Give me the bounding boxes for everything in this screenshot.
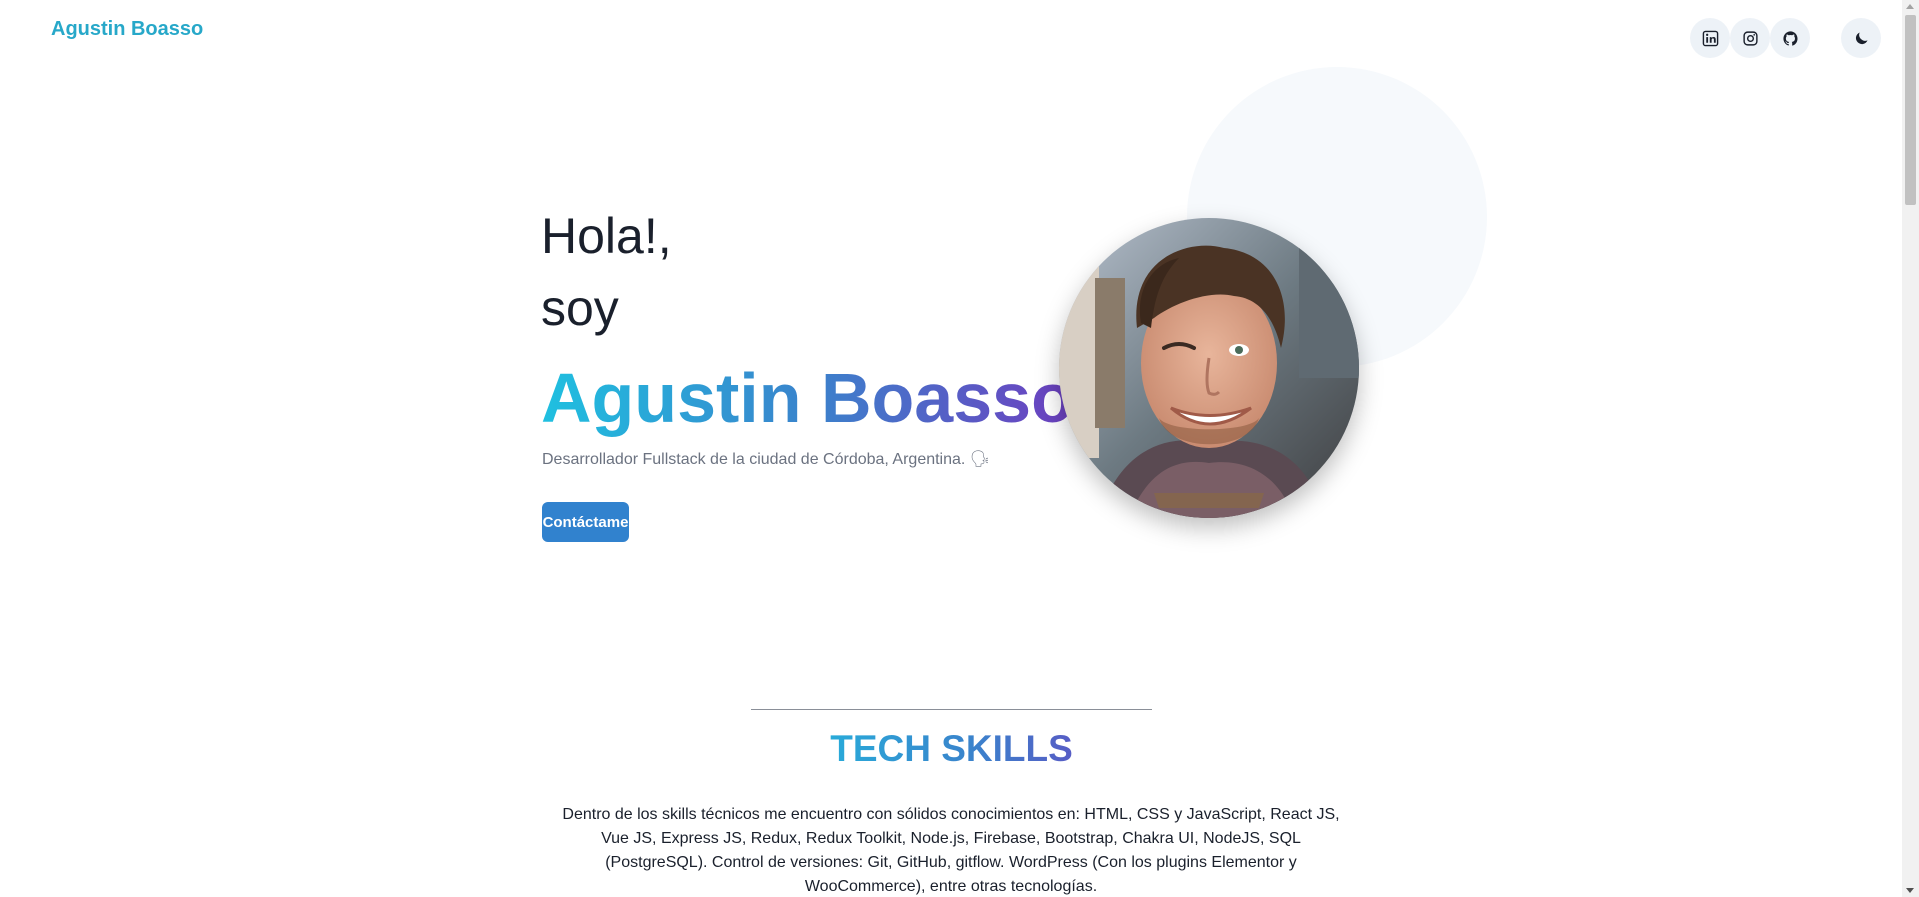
brand-logo-link[interactable]: Agustin Boasso bbox=[51, 18, 203, 41]
skills-title: TECH SKILLS bbox=[751, 725, 1152, 773]
linkedin-icon bbox=[1702, 30, 1718, 46]
profile-photo-illustration bbox=[1059, 218, 1359, 518]
moon-icon bbox=[1855, 31, 1868, 44]
greeting-line-1: Hola!, bbox=[541, 208, 672, 264]
hero-tagline: Desarrollador Fullstack de la ciudad de … bbox=[542, 451, 991, 468]
scrollbar-thumb[interactable] bbox=[1905, 15, 1916, 205]
linkedin-button[interactable] bbox=[1690, 18, 1730, 58]
scroll-down-icon[interactable] bbox=[1906, 888, 1914, 893]
scroll-up-icon[interactable] bbox=[1906, 4, 1914, 9]
contact-button[interactable]: Contáctame bbox=[542, 502, 629, 542]
profile-photo bbox=[1059, 218, 1359, 518]
github-button[interactable] bbox=[1770, 18, 1810, 58]
page: Agustin Boasso Hola!, soy Agustin Boasso… bbox=[0, 0, 1902, 897]
hero-name: Agustin Boasso bbox=[541, 356, 1074, 440]
vertical-scrollbar[interactable] bbox=[1902, 0, 1919, 897]
skills-description: Dentro de los skills técnicos me encuent… bbox=[562, 806, 1340, 895]
instagram-icon bbox=[1742, 30, 1758, 46]
greeting-line-2: soy bbox=[541, 280, 619, 336]
section-divider bbox=[751, 709, 1152, 710]
theme-toggle-button[interactable] bbox=[1841, 18, 1881, 58]
greeting: Hola!, soy bbox=[541, 200, 672, 344]
github-icon bbox=[1782, 30, 1798, 46]
instagram-button[interactable] bbox=[1730, 18, 1770, 58]
